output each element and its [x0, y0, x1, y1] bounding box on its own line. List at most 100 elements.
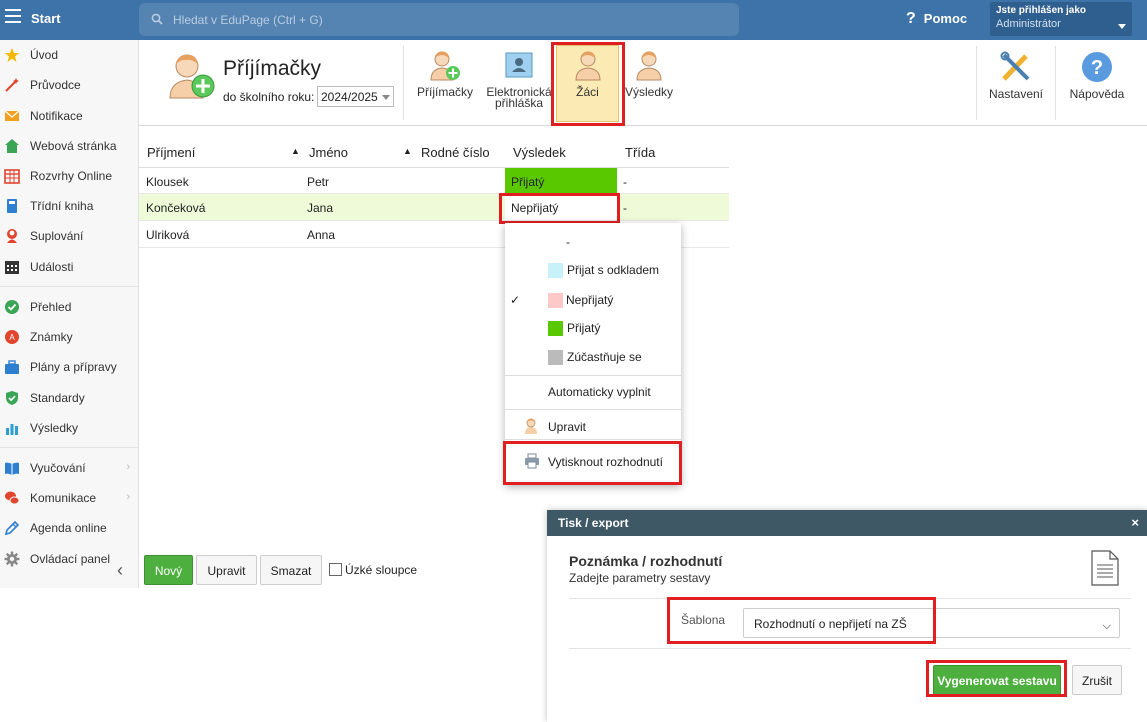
bar-chart-icon: [6, 424, 18, 435]
school-year-select[interactable]: 2024/2025: [317, 86, 394, 107]
cancel-button[interactable]: Zrušit: [1072, 665, 1122, 695]
star-icon: [5, 48, 19, 62]
sidebar-item-agenda[interactable]: Agenda online: [0, 514, 138, 542]
sidebar-item-tridni-kniha[interactable]: Třídní kniha: [0, 192, 138, 220]
sidebar-item-rozvrhy[interactable]: Rozvrhy Online: [0, 162, 138, 190]
menu-option-neprijaty[interactable]: ✓ Nepřijatý: [505, 286, 681, 314]
delete-button[interactable]: Smazat: [260, 555, 322, 585]
user-role: Administrátor: [996, 18, 1061, 30]
dialog-divider: [569, 648, 1131, 649]
sidebar-divider: [0, 447, 138, 448]
briefcase-icon: [5, 360, 19, 374]
toolbar-napoveda-button[interactable]: ? Nápověda: [1066, 50, 1128, 101]
color-swatch: [548, 263, 563, 278]
sidebar-item-vyucovani[interactable]: Vyučování ›: [0, 454, 138, 482]
new-button[interactable]: Nový: [144, 555, 193, 585]
toolbar-elektronicka-label-2: přihláška: [494, 96, 544, 110]
generate-report-button[interactable]: Vygenerovat sestavu: [933, 665, 1061, 695]
open-book-icon: [5, 462, 19, 475]
toolbar-nastaveni-label: Nastavení: [988, 87, 1044, 101]
sidebar-divider: [0, 286, 138, 287]
template-label: Šablona: [681, 613, 726, 627]
sidebar-item-standardy[interactable]: Standardy: [0, 384, 138, 412]
menu-automaticky-vyplnit[interactable]: Automaticky vyplnit: [505, 378, 681, 406]
menu-upravit[interactable]: Upravit: [505, 413, 681, 441]
cell-prijmeni: Ulriková: [146, 228, 190, 242]
sidebar-item-udalosti[interactable]: Události: [0, 253, 138, 281]
close-icon[interactable]: ×: [1131, 515, 1139, 530]
wand-icon: [5, 78, 19, 92]
result-context-menu: - Přijat s odkladem ✓ Nepřijatý Přijatý …: [505, 223, 681, 485]
settings-tools-icon: [1000, 51, 1030, 81]
start-link[interactable]: Start: [31, 11, 61, 26]
sidebar-item-plany[interactable]: Plány a přípravy: [0, 353, 138, 381]
template-select[interactable]: Rozhodnutí o nepřijetí na ZŠ ⌵: [743, 608, 1120, 638]
sidebar-item-znamky[interactable]: A Známky: [0, 323, 138, 351]
sidebar-item-prehled[interactable]: Přehled: [0, 293, 138, 321]
toolbar-zaci-label: Žáci: [576, 85, 599, 99]
sidebar-item-uvod[interactable]: Úvod: [0, 41, 138, 69]
school-year-label: do školního roku:: [223, 90, 315, 104]
color-swatch: [548, 293, 563, 308]
cell-prijmeni: Končeková: [146, 201, 206, 215]
print-export-dialog: Tisk / export × Poznámka / rozhodnutí Za…: [547, 510, 1147, 722]
sidebar-item-notifikace[interactable]: Notifikace: [0, 102, 138, 130]
toolbar-prijimacky-label: Příjímačky: [416, 85, 473, 99]
toolbar-divider: [976, 46, 977, 120]
narrow-columns-label[interactable]: Úzké sloupce: [345, 563, 417, 577]
sort-asc-icon[interactable]: ▲: [403, 139, 412, 167]
sort-asc-icon[interactable]: ▲: [291, 139, 300, 167]
column-header-rodne-cislo[interactable]: Rodné číslo: [421, 139, 490, 167]
svg-text:?: ?: [1091, 57, 1103, 79]
sidebar-item-komunikace[interactable]: Komunikace ›: [0, 484, 138, 512]
envelope-icon: [4, 110, 20, 121]
table-row-selected[interactable]: Končeková Jana Nepřijatý -: [139, 194, 729, 221]
house-icon: [5, 139, 19, 153]
column-header-vysledek[interactable]: Výsledek: [513, 139, 566, 167]
help-button[interactable]: ? Pomoc: [906, 10, 967, 28]
gear-icon: [4, 551, 20, 567]
table-row[interactable]: Klousek Petr Přijatý -: [139, 167, 729, 194]
hamburger-menu-icon[interactable]: [5, 9, 21, 23]
narrow-columns-checkbox[interactable]: [329, 563, 342, 576]
menu-vytisknout-rozhodnuti[interactable]: Vytisknout rozhodnutí: [505, 448, 681, 476]
column-header-prijmeni[interactable]: Příjmení: [147, 139, 195, 167]
toolbar-vysledky-button[interactable]: Výsledky: [622, 48, 676, 99]
toolbar-zaci-button[interactable]: Žáci: [556, 48, 619, 99]
grades-icon: A: [5, 330, 19, 344]
sidebar-item-suplovani[interactable]: Suplování: [0, 222, 138, 250]
user-menu[interactable]: Jste přihlášen jako Administrátor: [990, 2, 1132, 36]
timetable-icon: [4, 169, 20, 184]
search-input[interactable]: Hledat v EduPage (Ctrl + G): [173, 13, 323, 27]
column-header-trida[interactable]: Třída: [625, 139, 655, 167]
color-swatch: [548, 350, 563, 365]
toolbar-elektronicka-prihlaska-button[interactable]: Elektronická přihláška: [484, 48, 554, 109]
person-icon: [525, 418, 537, 434]
sidebar-item-vysledky[interactable]: Výsledky: [0, 414, 138, 442]
check-circle-icon: [5, 300, 19, 314]
menu-option-none[interactable]: -: [505, 228, 681, 256]
toolbar-prijimacky-button[interactable]: Příjímačky: [412, 48, 478, 99]
checkmark-icon: ✓: [510, 293, 521, 307]
pen-icon: [4, 520, 20, 536]
cell-vysledek[interactable]: Nepřijatý: [505, 194, 617, 220]
toolbar-nastaveni-button[interactable]: Nastavení: [982, 50, 1050, 101]
chevron-down-icon: [382, 95, 390, 100]
menu-option-prijat-s-odkladem[interactable]: Přijat s odkladem: [505, 256, 681, 284]
color-swatch: [548, 321, 563, 336]
menu-option-prijaty[interactable]: Přijatý: [505, 314, 681, 342]
sidebar: Úvod Průvodce Notifikace Webová stránka …: [0, 40, 139, 588]
user-label: Jste přihlášen jako: [996, 5, 1087, 16]
dialog-subtitle: Zadejte parametry sestavy: [569, 571, 711, 585]
cell-vysledek[interactable]: Přijatý: [505, 168, 617, 194]
dialog-header: Tisk / export ×: [547, 510, 1147, 536]
edit-button[interactable]: Upravit: [196, 555, 257, 585]
cell-jmeno: Petr: [307, 175, 330, 189]
sidebar-collapse-icon[interactable]: ‹: [117, 560, 123, 581]
chevron-right-icon: ›: [126, 491, 130, 503]
search-box[interactable]: Hledat v EduPage (Ctrl + G): [139, 3, 739, 36]
sidebar-item-webova-stranka[interactable]: Webová stránka: [0, 132, 138, 160]
column-header-jmeno[interactable]: Jméno: [309, 139, 348, 167]
menu-option-zucastnuje-se[interactable]: Zúčastňuje se: [505, 343, 681, 371]
sidebar-item-pruvodce[interactable]: Průvodce: [0, 71, 138, 99]
